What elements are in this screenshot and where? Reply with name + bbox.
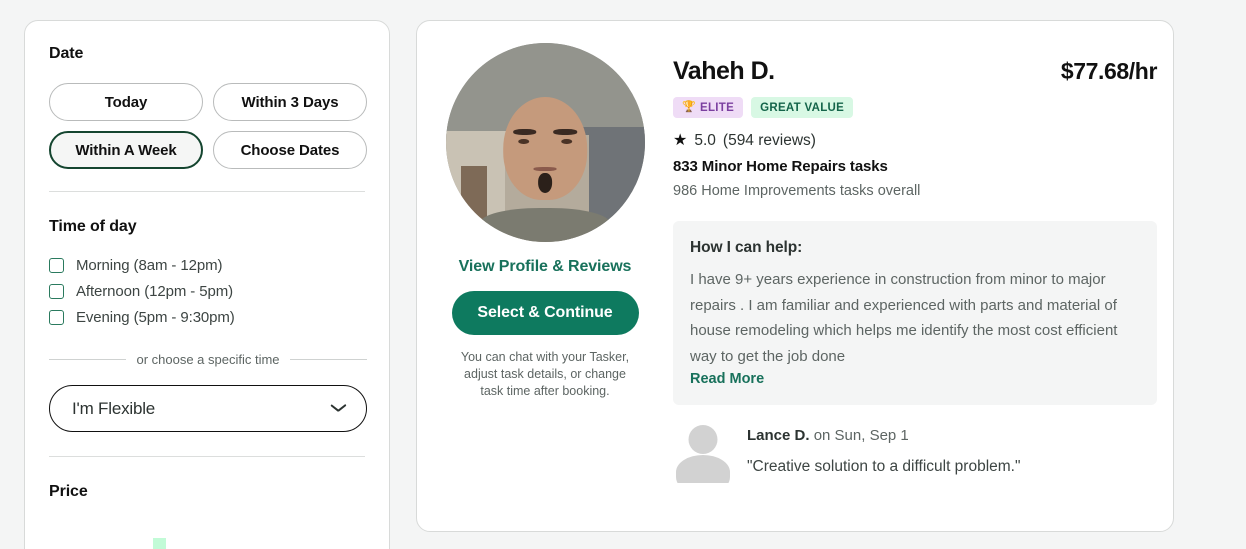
time-of-day-title: Time of day <box>49 218 137 235</box>
checkbox-row-morning[interactable]: Morning (8am - 12pm) <box>49 252 365 278</box>
date-chip-within-3-days[interactable]: Within 3 Days <box>213 83 367 121</box>
date-chip-choose-dates[interactable]: Choose Dates <box>213 131 367 169</box>
tasker-avatar <box>445 43 645 242</box>
tasker-badges: 🏆 ELITE GREAT VALUE <box>673 97 1157 118</box>
checkbox-label-evening: Evening (5pm - 9:30pm) <box>76 308 235 326</box>
time-of-day-checkbox-group: Morning (8am - 12pm) Afternoon (12pm - 5… <box>49 252 365 330</box>
avatar-placeholder-body <box>676 455 730 483</box>
specific-time-selected-value: I'm Flexible <box>72 398 156 418</box>
checkbox-row-afternoon[interactable]: Afternoon (12pm - 5pm) <box>49 278 365 304</box>
rating-value: 5.0 <box>694 132 716 149</box>
tasker-details-column: Vaheh D. $77.68/hr 🏆 ELITE GREAT VALUE ★… <box>647 43 1157 483</box>
time-of-day-section: Time of day Morning (8am - 12pm) Afterno… <box>49 218 368 432</box>
review-quote: "Creative solution to a difficult proble… <box>747 458 1021 475</box>
reviewer-avatar-placeholder-icon <box>673 423 733 483</box>
tasker-media-column: View Profile & Reviews Select & Continue… <box>443 43 647 483</box>
avatar-eye-right <box>560 139 572 145</box>
tasker-card-content: View Profile & Reviews Select & Continue… <box>417 21 1173 483</box>
checkbox-label-morning: Morning (8am - 12pm) <box>76 256 223 274</box>
select-and-continue-button[interactable]: Select & Continue <box>451 291 639 335</box>
review-date: on Sun, Sep 1 <box>809 427 909 444</box>
review-row: Lance D. on Sun, Sep 1 "Creative solutio… <box>673 423 1157 483</box>
checkbox-label-afternoon: Afternoon (12pm - 5pm) <box>76 282 234 300</box>
tasker-name: Vaheh D. <box>673 57 775 85</box>
price-section-title: Price <box>49 483 88 500</box>
badge-elite: 🏆 ELITE <box>673 97 744 118</box>
avatar-face <box>503 96 587 201</box>
star-icon: ★ <box>673 132 688 149</box>
date-chip-today[interactable]: Today <box>49 83 203 121</box>
tasker-rating-row: ★ 5.0 (594 reviews) <box>673 132 1157 150</box>
filter-divider-1 <box>49 191 365 192</box>
date-chip-within-a-week[interactable]: Within A Week <box>49 131 203 169</box>
how-i-can-help-body: I have 9+ years experience in constructi… <box>690 271 1118 365</box>
tasks-primary-count: 833 Minor Home Repairs tasks <box>673 158 888 175</box>
view-profile-link[interactable]: View Profile & Reviews <box>459 257 632 277</box>
review-author-name: Lance D. <box>747 427 810 444</box>
checkbox-row-evening[interactable]: Evening (5pm - 9:30pm) <box>49 304 365 330</box>
badge-great-value-label: GREAT VALUE <box>760 101 845 114</box>
chevron-down-icon <box>331 404 346 413</box>
read-more-link[interactable]: Read More <box>690 371 764 387</box>
chat-note-text: You can chat with your Tasker, adjust ta… <box>460 350 630 398</box>
tasker-card: View Profile & Reviews Select & Continue… <box>416 20 1174 532</box>
avatar-placeholder-head <box>688 425 718 454</box>
price-section: Price <box>49 483 365 501</box>
divider-line-left <box>49 359 127 360</box>
trophy-icon: 🏆 <box>682 101 696 113</box>
date-chip-group: Today Within 3 Days Within A Week Choose… <box>49 83 367 169</box>
divider-label: or choose a specific time <box>136 352 280 367</box>
badge-elite-label: ELITE <box>700 101 735 114</box>
divider-line-right <box>289 359 368 360</box>
avatar-mouth <box>533 167 557 171</box>
how-i-can-help-title: How I can help: <box>690 239 803 256</box>
checkbox-morning[interactable] <box>49 257 64 273</box>
page-root: Date Today Within 3 Days Within A Week C… <box>0 0 1246 549</box>
tasker-name-row: Vaheh D. $77.68/hr <box>673 57 1157 86</box>
avatar-goatee <box>537 173 553 193</box>
review-text-block: Lance D. on Sun, Sep 1 "Creative solutio… <box>747 423 1021 476</box>
avatar-shoulders <box>479 208 611 242</box>
tasker-hourly-rate: $77.68/hr <box>1060 58 1158 84</box>
price-histogram-bar <box>153 538 166 549</box>
specific-time-select[interactable]: I'm Flexible <box>49 385 367 432</box>
how-i-can-help-panel: How I can help: I have 9+ years experien… <box>673 221 1157 405</box>
tasks-secondary-count: 986 Home Improvements tasks overall <box>673 183 921 199</box>
rating-count: (594 reviews) <box>722 132 816 149</box>
filter-panel: Date Today Within 3 Days Within A Week C… <box>24 20 390 549</box>
badge-great-value: GREAT VALUE <box>751 97 854 118</box>
checkbox-afternoon[interactable] <box>49 283 64 299</box>
or-choose-specific-time-divider: or choose a specific time <box>49 352 368 367</box>
checkbox-evening[interactable] <box>49 309 64 325</box>
avatar-eye-left <box>518 139 530 145</box>
filter-divider-2 <box>49 456 365 457</box>
review-author-line: Lance D. on Sun, Sep 1 <box>747 427 909 444</box>
date-section-title: Date <box>49 45 84 62</box>
